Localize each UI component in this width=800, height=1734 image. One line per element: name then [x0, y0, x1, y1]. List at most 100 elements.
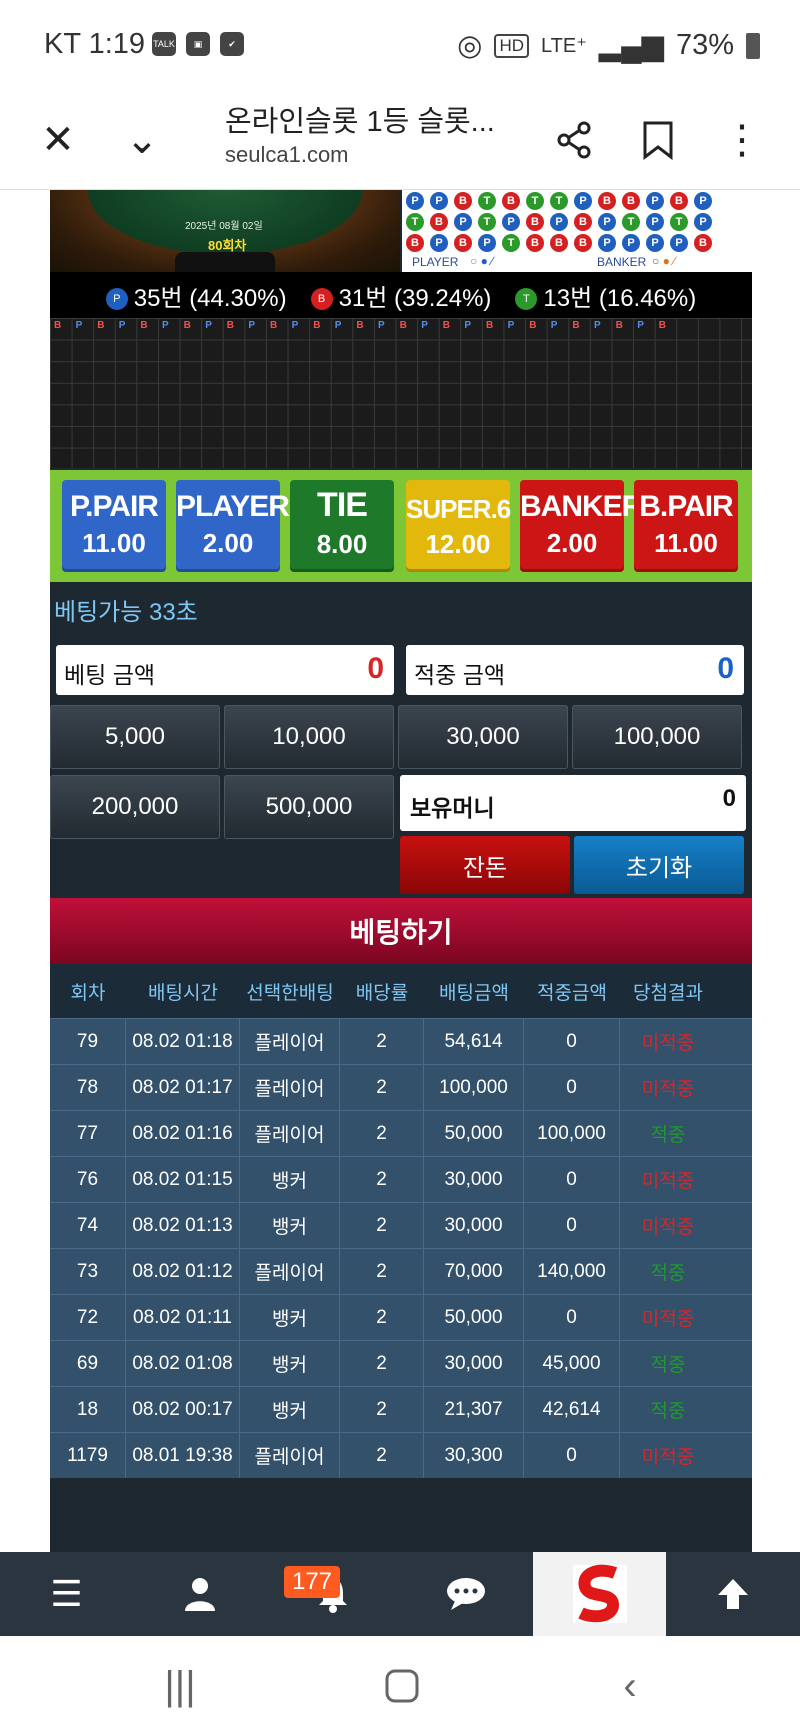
notification-icons: TALK ▣ ✔	[152, 32, 244, 56]
road-header-letter: P	[378, 320, 385, 331]
bet-player-button[interactable]: PLAYER 2.00	[176, 480, 290, 572]
history-cell: 적중	[650, 1401, 686, 1422]
chip-5000-button[interactable]: 5,000	[50, 705, 220, 769]
bead-cell: P	[502, 213, 520, 231]
bet-label: B.PAIR	[639, 490, 733, 523]
user-icon[interactable]	[133, 1552, 266, 1636]
status-bar: KT 1:19 TALK ▣ ✔ ◎ HD LTE⁺ ▂▄▆ 73%	[0, 0, 800, 90]
road-header-letter: P	[334, 320, 342, 331]
history-cell: 적중	[650, 1125, 686, 1146]
history-cell: 미적중	[641, 1079, 695, 1100]
close-icon[interactable]: ✕	[32, 114, 84, 166]
network-label: LTE⁺	[541, 35, 587, 57]
bead-cell: T	[406, 213, 424, 231]
history-cell: 0	[524, 1065, 620, 1110]
baccarat-game: 2025년 08월 02일 80회차 PPBTBTTPBBPBPTBPTPBPB…	[50, 190, 752, 1552]
road-header-letter: P	[507, 320, 515, 331]
bead-cell: B	[574, 234, 592, 252]
stat-banker: B 31번 (39.24%)	[310, 278, 491, 313]
bead-road: PPBTBTTPBBPBPTBPTPBPBPTPTPBPBPTBBBPPPPB …	[402, 190, 752, 272]
home-icon[interactable]	[372, 1664, 432, 1708]
road-header-letter: P	[291, 320, 299, 331]
holding-money-box: 보유머니 0	[400, 775, 746, 831]
chevron-down-icon[interactable]: ⌄	[116, 114, 168, 166]
road-header-letter: P	[421, 320, 428, 331]
bookmark-icon[interactable]	[632, 114, 684, 166]
col-time: 배팅시간	[148, 982, 218, 1004]
road-header-letter: B	[529, 320, 537, 331]
arrow-up-icon[interactable]	[666, 1552, 799, 1636]
road-header-letter: B	[183, 320, 191, 331]
history-cell: 미적중	[641, 1171, 695, 1192]
win-amount-value: 0	[717, 652, 734, 685]
recent-apps-icon[interactable]: |||	[150, 1664, 210, 1708]
bead-cell: T	[622, 213, 640, 231]
chip-10000-button[interactable]: 10,000	[224, 705, 394, 769]
road-header-letter: B	[313, 320, 321, 331]
change-button[interactable]: 잔돈	[400, 836, 570, 894]
holding-value: 0	[722, 785, 736, 812]
share-icon[interactable]	[548, 114, 600, 166]
bet-tie-button[interactable]: TIE 8.00	[290, 480, 394, 572]
gallery-icon: ▣	[186, 32, 210, 56]
page-url[interactable]: seulca1.com	[225, 142, 349, 168]
bead-legend: PLAYER ○ ● ∕ BANKER ○ ● ∕	[402, 254, 752, 272]
bet-odds: 8.00	[316, 529, 368, 559]
bet-p-pair-button[interactable]: P.PAIR 11.00	[62, 480, 166, 572]
history-cell: 0	[524, 1019, 620, 1064]
more-options-icon[interactable]: ⋮	[716, 114, 768, 166]
road-header-letter: P	[594, 320, 601, 331]
battery-icon	[746, 32, 760, 59]
win-amount-box: 적중 금액 0	[406, 645, 744, 695]
legend-player-marks: ○ ● ∕	[470, 254, 494, 268]
chip-500000-button[interactable]: 500,000	[224, 775, 394, 839]
history-cell: 플레이어	[240, 1249, 340, 1294]
history-cell: 50,000	[424, 1111, 524, 1156]
history-cell: 2	[340, 1341, 424, 1386]
bead-cell: B	[526, 213, 544, 231]
back-icon[interactable]: ‹	[600, 1664, 660, 1708]
bet-super6-button[interactable]: SUPER.6 12.00	[406, 480, 511, 572]
reset-button[interactable]: 초기화	[574, 836, 744, 894]
history-cell: 140,000	[524, 1249, 620, 1294]
history-cell: 100,000	[424, 1065, 524, 1110]
bead-cell: P	[598, 213, 616, 231]
road-header-letter: B	[572, 320, 580, 331]
history-cell: 0	[524, 1157, 620, 1202]
player-dot-icon: P	[105, 288, 128, 311]
bead-cell: P	[622, 234, 640, 252]
history-cell: 0	[524, 1433, 620, 1478]
history-cell: 0	[524, 1203, 620, 1248]
bet-label: TIE	[317, 486, 368, 524]
history-cell: 2	[340, 1433, 424, 1478]
bead-cell: T	[550, 192, 568, 210]
history-cell: 2	[340, 1019, 424, 1064]
bead-cell: B	[574, 213, 592, 231]
history-rows: 79 08.02 01:18 플레이어 2 54,614 0 미적중 78 08.02 01:1…	[50, 1018, 752, 1478]
history-cell: 2	[340, 1157, 424, 1202]
history-cell: 77	[50, 1111, 126, 1156]
history-cell: 08.02 01:08	[126, 1341, 240, 1386]
road-header-letter: B	[486, 320, 494, 331]
bet-banker-button[interactable]: BANKER 2.00	[520, 480, 643, 572]
history-row: 79 08.02 01:18 플레이어 2 54,614 0 미적중	[50, 1018, 752, 1064]
history-cell: 2	[340, 1203, 424, 1248]
status-right: ◎ HD LTE⁺ ▂▄▆ 73%	[457, 28, 760, 63]
chip-200000-button[interactable]: 200,000	[50, 775, 220, 839]
history-cell: 플레이어	[240, 1065, 340, 1110]
site-logo[interactable]	[533, 1552, 666, 1636]
history-cell: 73	[50, 1249, 126, 1294]
history-cell: 뱅커	[240, 1341, 340, 1386]
bet-b-pair-button[interactable]: B.PAIR 11.00	[634, 480, 738, 572]
chat-icon[interactable]	[399, 1552, 532, 1636]
col-round: 회차	[70, 982, 106, 1004]
place-bet-button[interactable]: 베팅하기	[50, 898, 752, 964]
bead-cell: T	[502, 234, 520, 252]
road-header-letter: P	[118, 320, 126, 331]
history-cell: 74	[50, 1203, 126, 1248]
chip-100000-button[interactable]: 100,000	[572, 705, 742, 769]
menu-icon[interactable]: ☰	[0, 1552, 133, 1636]
history-cell: 뱅커	[240, 1295, 340, 1340]
chip-30000-button[interactable]: 30,000	[398, 705, 568, 769]
history-cell: 69	[50, 1341, 126, 1386]
